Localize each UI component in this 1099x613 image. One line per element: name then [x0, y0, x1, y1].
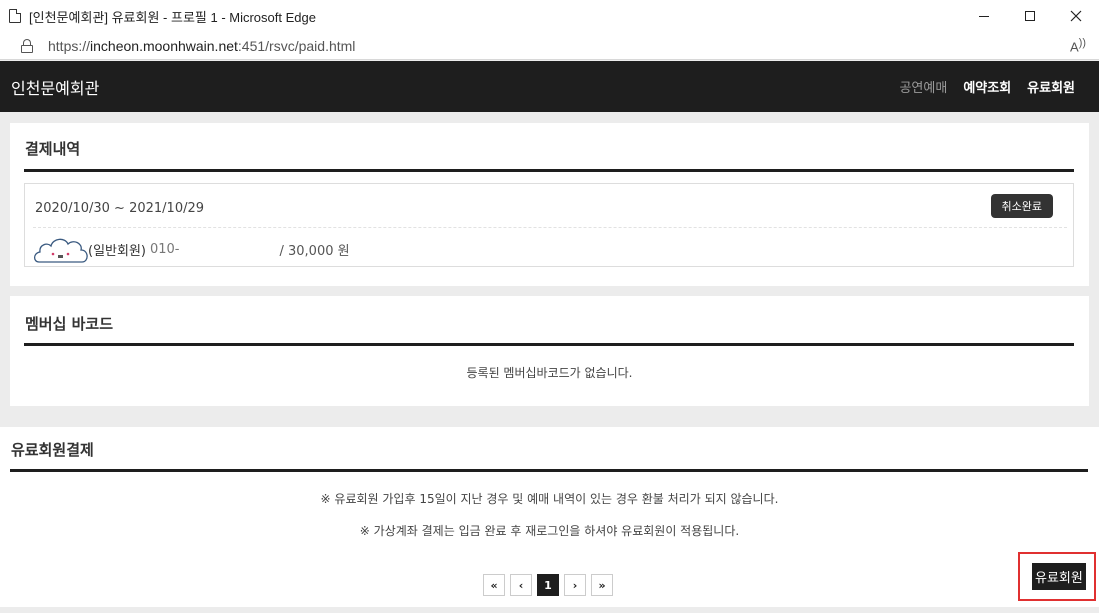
status-badge: 취소완료 — [990, 194, 1053, 218]
payment-amount: / 30,000 원 — [279, 243, 350, 259]
maximize-icon — [1025, 11, 1035, 21]
window-titlebar: [인천문예회관] 유료회원 - 프로필 1 - Microsoft Edge — [0, 0, 1099, 32]
title-divider — [10, 469, 1088, 472]
membership-period: 2020/10/30 ~ 2021/10/29 — [35, 201, 205, 216]
barcode-empty-message: 등록된 멤버십바코드가 없습니다. — [466, 366, 633, 380]
read-aloud-letter: A — [1070, 39, 1079, 55]
nav-reservation-lookup[interactable]: 예약조회 — [963, 77, 1011, 96]
lock-icon[interactable] — [20, 38, 34, 54]
main-nav: 공연예매 예약조회 유료회원 — [883, 77, 1075, 96]
dashed-divider — [33, 227, 1067, 228]
nav-ticketing[interactable]: 공연예매 — [899, 77, 947, 96]
paid-member-join-button[interactable]: 유료회원 — [1032, 563, 1086, 590]
page-icon — [9, 9, 21, 23]
refund-notice: ※ 유료회원 가입후 15일이 지난 경우 및 예매 내역이 있는 경우 환불 … — [320, 492, 779, 506]
minimize-icon — [979, 15, 989, 17]
page-last-button[interactable]: » — [591, 574, 613, 596]
nav-paid-member[interactable]: 유료회원 — [1027, 77, 1075, 96]
payment-detail-line: (일반회원) 010- / 30,000 원 — [33, 234, 350, 264]
url-scheme: https:// — [48, 37, 91, 54]
barcode-panel: 멤버십 바코드 등록된 멤버십바코드가 없습니다. — [10, 296, 1089, 406]
virtual-account-notice: ※ 가상계좌 결제는 입금 완료 후 재로그인을 하셔야 유료회원이 적용됩니다… — [359, 524, 740, 538]
payment-history-panel: 결제내역 2020/10/30 ~ 2021/10/29 취소완료 (일반회원)… — [10, 123, 1089, 286]
address-bar[interactable]: https://incheon.moonhwain.net:451/rsvc/p… — [0, 32, 1099, 60]
read-aloud-icon[interactable]: A)) — [1063, 37, 1093, 54]
page-next-button[interactable]: › — [564, 574, 586, 596]
phone-number: 010- — [149, 241, 180, 257]
paid-join-panel: 유료회원결제 ※ 유료회원 가입후 15일이 지난 경우 및 예매 내역이 있는… — [0, 427, 1099, 607]
page-prev-button[interactable]: ‹ — [510, 574, 532, 596]
title-divider — [24, 343, 1074, 346]
url-text[interactable]: https://incheon.moonhwain.net:451/rsvc/p… — [48, 38, 1063, 54]
paid-join-title: 유료회원결제 — [11, 441, 94, 459]
page-first-button[interactable]: « — [483, 574, 505, 596]
payment-record: 2020/10/30 ~ 2021/10/29 취소완료 (일반회원) 010-… — [24, 183, 1074, 267]
close-icon — [1070, 10, 1082, 22]
payment-history-title: 결제내역 — [25, 140, 81, 158]
url-host: incheon.moonhwain.net — [90, 37, 238, 54]
title-divider — [24, 169, 1074, 172]
site-logo[interactable]: 인천문예회관 — [11, 75, 883, 99]
window-title: [인천문예회관] 유료회원 - 프로필 1 - Microsoft Edge — [29, 9, 316, 25]
cloud-avatar-icon — [33, 234, 88, 264]
close-button[interactable] — [1053, 0, 1099, 32]
pagination: « ‹ 1 › » — [483, 574, 618, 596]
barcode-title: 멤버십 바코드 — [25, 315, 114, 333]
url-path: :451/rsvc/paid.html — [237, 37, 356, 54]
maximize-button[interactable] — [1007, 0, 1053, 32]
page-current[interactable]: 1 — [537, 574, 559, 596]
site-header: 인천문예회관 공연예매 예약조회 유료회원 — [0, 61, 1099, 112]
minimize-button[interactable] — [961, 0, 1007, 32]
member-type: (일반회원) — [88, 243, 146, 259]
